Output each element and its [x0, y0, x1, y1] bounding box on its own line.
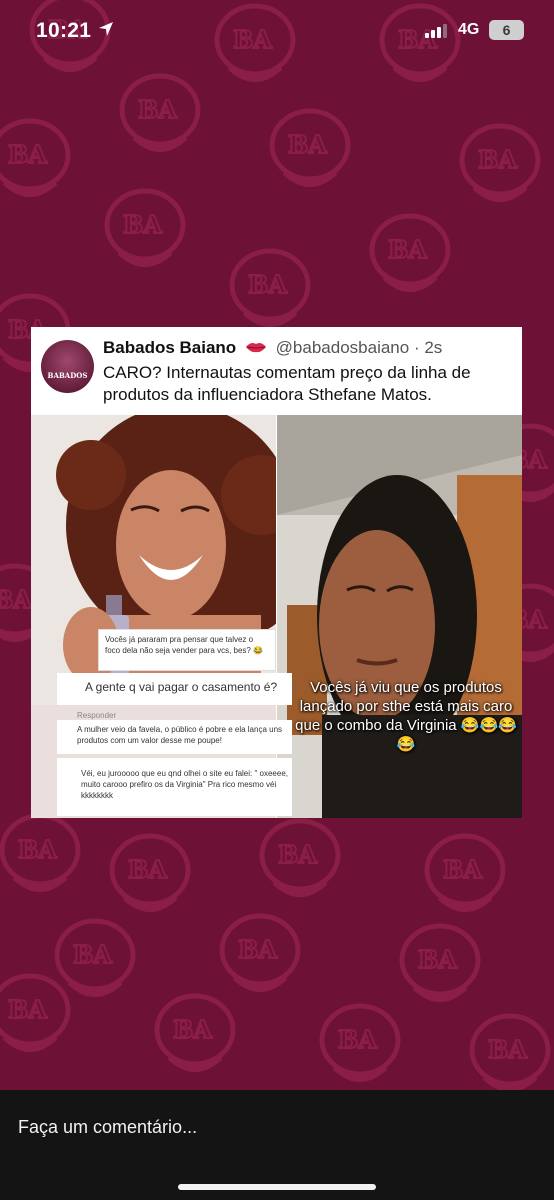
battery-icon: 6: [489, 20, 524, 40]
comment-card: Véi, eu jurooooo que eu qnd olhei o site…: [57, 758, 292, 816]
comment-card: A gente q vai pagar o casamento é?: [57, 673, 292, 705]
comment-input[interactable]: Faça um comentário...: [18, 1117, 197, 1138]
post-time: · 2s: [413, 338, 443, 357]
tweet-text: CARO? Internautas comentam preço da linh…: [103, 363, 471, 404]
author-handle: @babadosbaiano: [275, 338, 410, 357]
comment-card: A mulher veio da favela, o público é pob…: [57, 720, 292, 754]
home-indicator[interactable]: [178, 1184, 376, 1190]
signal-bars-icon: [425, 24, 447, 38]
avatar: BABADOS: [41, 340, 94, 393]
tweet-header: BABADOS Babados Baiano @babadosbaiano · …: [31, 327, 522, 415]
status-time: 10:21: [36, 19, 92, 42]
video-caption: Vocês já viu que os produtos lançado por…: [295, 679, 517, 753]
status-bar: 10:21 4G 6: [0, 0, 554, 62]
comment-card: Vocês já pararam pra pensar que talvez o…: [98, 629, 276, 671]
author-name: Babados Baiano: [103, 338, 237, 357]
reply-link: Responder: [77, 711, 117, 720]
person-selfie-illustration: [277, 415, 522, 818]
location-arrow-icon: [99, 22, 113, 36]
video-still-photo: [277, 415, 522, 818]
network-type: 4G: [458, 21, 480, 38]
lips-icon: [245, 343, 266, 353]
shared-post-card[interactable]: BABADOS Babados Baiano @babadosbaiano · …: [31, 327, 522, 818]
avatar-logo-text: BABADOS: [47, 371, 88, 380]
author-line: Babados Baiano @babadosbaiano · 2s: [103, 338, 442, 358]
